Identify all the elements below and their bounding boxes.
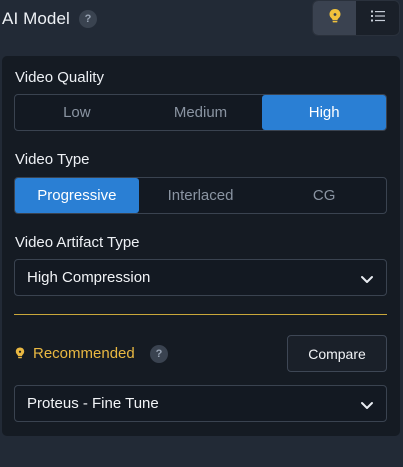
artifact-type-value: High Compression [27, 269, 151, 286]
video-quality-selector: Low Medium High [14, 94, 387, 131]
lightbulb-icon [328, 8, 342, 29]
help-icon[interactable]: ? [150, 345, 168, 363]
recommended-divider [14, 314, 387, 315]
video-quality-label: Video Quality [15, 69, 104, 86]
recommended-label: Recommended [33, 345, 135, 362]
view-toggle [312, 0, 400, 36]
artifact-type-label: Video Artifact Type [15, 234, 140, 251]
video-quality-high[interactable]: High [262, 95, 387, 130]
video-quality-low[interactable]: Low [15, 95, 139, 130]
chevron-down-icon [360, 398, 374, 415]
video-quality-medium[interactable]: Medium [139, 95, 263, 130]
recommended-model-value: Proteus - Fine Tune [27, 395, 159, 412]
video-type-label: Video Type [15, 151, 90, 168]
recommended-model-dropdown[interactable]: Proteus - Fine Tune [14, 385, 387, 422]
list-icon [370, 9, 386, 28]
compare-button[interactable]: Compare [287, 335, 387, 372]
recommended-heading: Recommended [15, 345, 135, 362]
page-title: AI Model [2, 9, 70, 28]
chevron-down-icon [360, 272, 374, 289]
help-icon[interactable]: ? [79, 10, 97, 28]
video-type-progressive[interactable]: Progressive [15, 178, 139, 213]
video-type-interlaced[interactable]: Interlaced [139, 178, 263, 213]
lightbulb-icon [15, 347, 25, 360]
video-type-cg[interactable]: CG [262, 178, 386, 213]
video-type-selector: Progressive Interlaced CG [14, 177, 387, 214]
artifact-type-dropdown[interactable]: High Compression [14, 259, 387, 296]
list-view-button[interactable] [356, 1, 399, 35]
lightbulb-view-button[interactable] [313, 1, 356, 35]
panel-header: AI Model ? [0, 0, 403, 37]
ai-model-panel: Video Quality Low Medium High Video Type… [2, 56, 400, 436]
